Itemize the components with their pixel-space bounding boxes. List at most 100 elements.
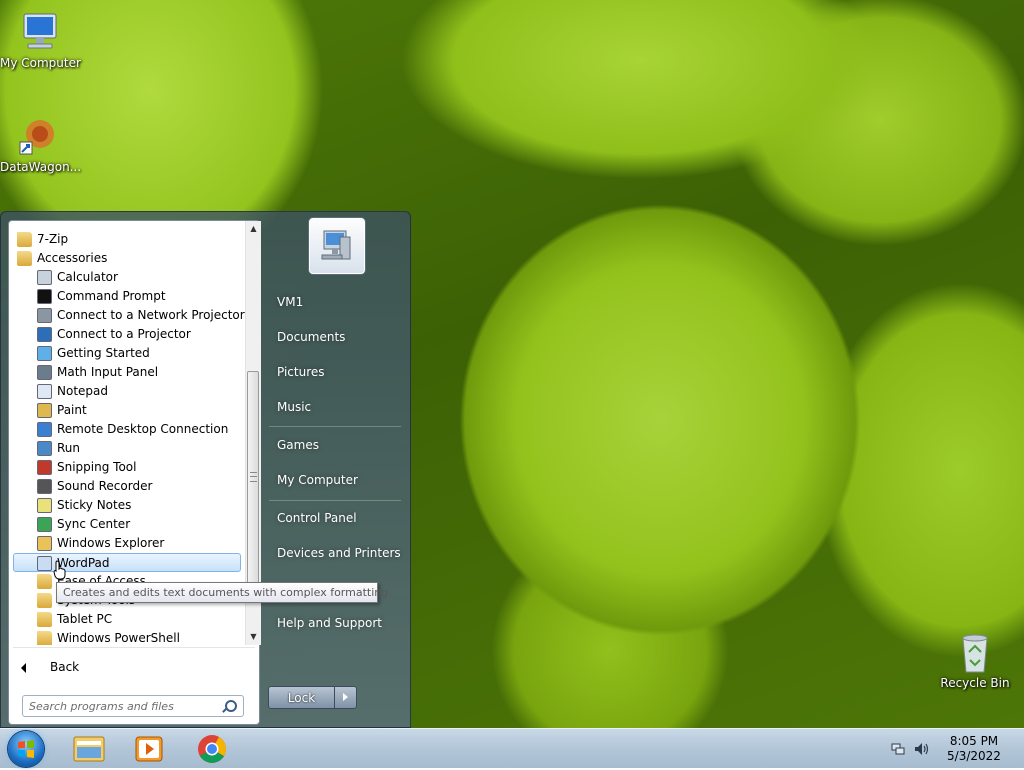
program-item[interactable]: Notepad	[13, 382, 241, 401]
scroll-down-arrow-icon[interactable]: ▼	[246, 629, 261, 645]
program-item[interactable]: Calculator	[13, 268, 241, 287]
sticky-notes-icon	[37, 498, 52, 513]
program-item[interactable]: Sound Recorder	[13, 477, 241, 496]
volume-icon[interactable]	[914, 742, 930, 756]
tooltip: Creates and edits text documents with co…	[56, 582, 392, 603]
right-link-pictures[interactable]: Pictures	[277, 365, 325, 379]
folder-icon	[37, 612, 52, 627]
back-label: Back	[50, 660, 80, 674]
getting-started-icon	[37, 346, 52, 361]
program-item[interactable]: Sync Center	[13, 515, 241, 534]
program-item-label: Command Prompt	[57, 289, 166, 303]
program-item-label: Notepad	[57, 384, 108, 398]
paint-icon	[37, 403, 52, 418]
right-link-my-computer[interactable]: My Computer	[277, 473, 358, 487]
right-link-control-panel[interactable]: Control Panel	[277, 511, 357, 525]
clock-date: 5/3/2022	[947, 749, 1001, 763]
right-link-music[interactable]: Music	[277, 400, 311, 414]
scroll-thumb[interactable]	[247, 371, 259, 585]
program-item-label: Remote Desktop Connection	[57, 422, 229, 436]
folder-icon	[37, 593, 52, 608]
separator	[269, 500, 401, 501]
program-item[interactable]: Windows PowerShell	[13, 629, 241, 645]
desktop-icon-recycle-bin[interactable]: Recycle Bin	[935, 630, 1015, 690]
program-item-label: Connect to a Projector	[57, 327, 191, 341]
command-prompt-icon	[37, 289, 52, 304]
datawagon-icon	[19, 120, 54, 155]
grip-icon	[250, 472, 257, 482]
program-item[interactable]: Command Prompt	[13, 287, 241, 306]
programs-pane: 7-Zip Accessories Calculator Command Prompt…	[8, 220, 261, 725]
user-picture-icon	[321, 230, 351, 260]
desktop-icon-label: DataWagon...	[0, 160, 82, 174]
lock-button[interactable]: Lock	[268, 686, 335, 709]
taskbar-chrome-button[interactable]	[185, 731, 239, 767]
folder-icon	[17, 232, 32, 247]
start-button[interactable]	[8, 731, 44, 767]
program-item-label: Sticky Notes	[57, 498, 132, 512]
right-link-user[interactable]: VM1	[277, 295, 303, 309]
wordpad-icon	[37, 556, 52, 571]
mouse-pointer-icon	[53, 560, 66, 580]
folder-icon	[37, 631, 52, 645]
program-item-label: Windows Explorer	[57, 536, 165, 550]
program-item[interactable]: Snipping Tool	[13, 458, 241, 477]
program-item[interactable]: 7-Zip	[13, 230, 241, 249]
program-item-label: Getting Started	[57, 346, 150, 360]
program-item-label: Run	[57, 441, 81, 455]
explorer-icon	[37, 536, 52, 551]
sync-icon	[37, 517, 52, 532]
program-item[interactable]: Windows Explorer	[13, 534, 241, 553]
desktop-icon-datawagon[interactable]: DataWagon...	[0, 114, 82, 174]
clock-time: 8:05 PM	[949, 734, 999, 748]
back-button[interactable]: Back	[17, 655, 253, 679]
desktop-icon-label: Recycle Bin	[940, 676, 1010, 690]
right-link-devices-printers[interactable]: Devices and Printers	[277, 546, 401, 560]
scissors-icon	[37, 460, 52, 475]
program-item[interactable]: Tablet PC	[13, 610, 241, 629]
right-link-help-support[interactable]: Help and Support	[277, 616, 382, 630]
program-item[interactable]: Connect to a Network Projector	[13, 306, 245, 325]
projector-icon	[37, 327, 52, 342]
program-item-label: Paint	[57, 403, 87, 417]
program-item-label: Sync Center	[57, 517, 131, 531]
scroll-up-arrow-icon[interactable]: ▲	[246, 221, 261, 237]
clock[interactable]: 8:05 PM 5/3/2022	[935, 734, 1013, 764]
search-box[interactable]	[22, 695, 244, 717]
program-item[interactable]: Remote Desktop Connection	[13, 420, 241, 439]
search-icon[interactable]	[225, 700, 237, 712]
taskbar: 8:05 PM 5/3/2022	[0, 728, 1024, 768]
program-item-label: 7-Zip	[37, 232, 69, 246]
program-item-label: Calculator	[57, 270, 118, 284]
shutdown-options-arrow-icon[interactable]	[335, 686, 357, 709]
windows-logo-icon	[18, 740, 34, 758]
program-item[interactable]: Sticky Notes	[13, 496, 241, 515]
search-input[interactable]	[29, 698, 219, 714]
back-arrow-icon	[21, 663, 26, 673]
network-projector-icon	[37, 308, 52, 323]
chrome-icon	[198, 735, 226, 763]
network-icon[interactable]	[891, 743, 905, 755]
program-item[interactable]: Math Input Panel	[13, 363, 241, 382]
folder-icon	[37, 574, 52, 589]
taskbar-explorer-button[interactable]	[62, 731, 116, 767]
media-player-icon	[135, 736, 163, 762]
start-menu: 7-Zip Accessories Calculator Command Prompt…	[0, 211, 411, 728]
right-link-documents[interactable]: Documents	[277, 330, 345, 344]
user-picture[interactable]	[309, 218, 365, 274]
program-item[interactable]: WordPad	[13, 553, 241, 572]
separator	[269, 426, 401, 427]
program-item[interactable]: Run	[13, 439, 241, 458]
desktop-icon-my-computer[interactable]: My Computer	[0, 10, 81, 70]
microphone-icon	[37, 479, 52, 494]
program-item-label: Snipping Tool	[57, 460, 137, 474]
run-icon	[37, 441, 52, 456]
program-item[interactable]: Accessories	[13, 249, 241, 268]
program-item[interactable]: Connect to a Projector	[13, 325, 241, 344]
program-item-label: Windows PowerShell	[57, 631, 180, 645]
program-item[interactable]: Getting Started	[13, 344, 241, 363]
explorer-icon	[73, 736, 105, 762]
right-link-games[interactable]: Games	[277, 438, 319, 452]
program-item[interactable]: Paint	[13, 401, 241, 420]
taskbar-media-player-button[interactable]	[122, 731, 176, 767]
